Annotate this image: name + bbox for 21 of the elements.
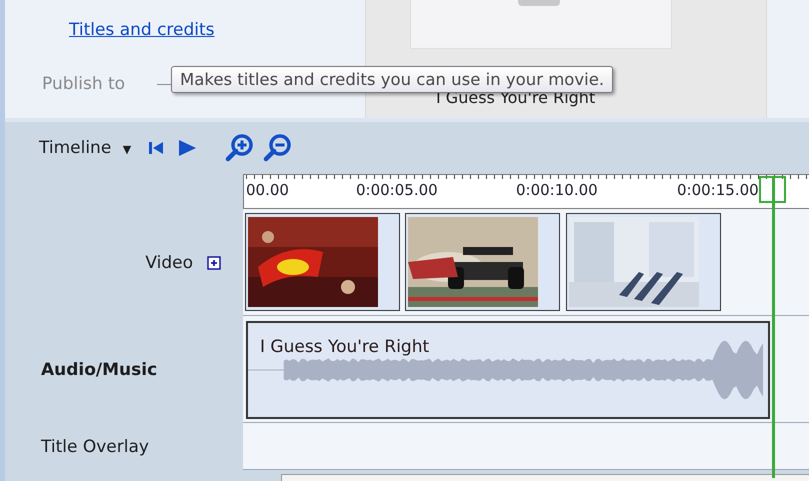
video-clip[interactable] bbox=[405, 213, 560, 311]
time-ruler[interactable]: 00.00 0:00:05.00 0:00:10.00 0:00:15.00 bbox=[243, 174, 809, 209]
video-clip[interactable] bbox=[566, 213, 721, 311]
playhead-marker[interactable] bbox=[759, 176, 786, 203]
publish-label: Publish to bbox=[42, 74, 126, 94]
ruler-label: 0:00:05.00 bbox=[356, 181, 438, 199]
expand-icon[interactable] bbox=[207, 256, 221, 270]
audio-clip[interactable]: I Guess You're Right bbox=[246, 321, 770, 419]
ruler-label: 0:00:15.00 bbox=[677, 181, 759, 199]
track-label[interactable]: Video bbox=[145, 252, 193, 272]
track-label[interactable]: Audio/Music bbox=[41, 360, 158, 380]
tooltip: Makes titles and credits you can use in your movie. bbox=[171, 66, 614, 93]
video-clip[interactable] bbox=[245, 213, 400, 311]
timeline-dropdown[interactable]: Timeline ▼ bbox=[33, 138, 138, 158]
ruler-label: 00.00 bbox=[246, 181, 289, 199]
titles-link[interactable]: Titles and credits bbox=[69, 20, 215, 40]
ruler-label: 0:00:10.00 bbox=[516, 181, 598, 199]
track-label[interactable]: Title Overlay bbox=[41, 436, 149, 456]
clip-title: I Guess You're Right bbox=[260, 337, 430, 357]
zoom-in-icon[interactable] bbox=[225, 133, 256, 163]
zoom-out-icon[interactable] bbox=[263, 133, 294, 163]
